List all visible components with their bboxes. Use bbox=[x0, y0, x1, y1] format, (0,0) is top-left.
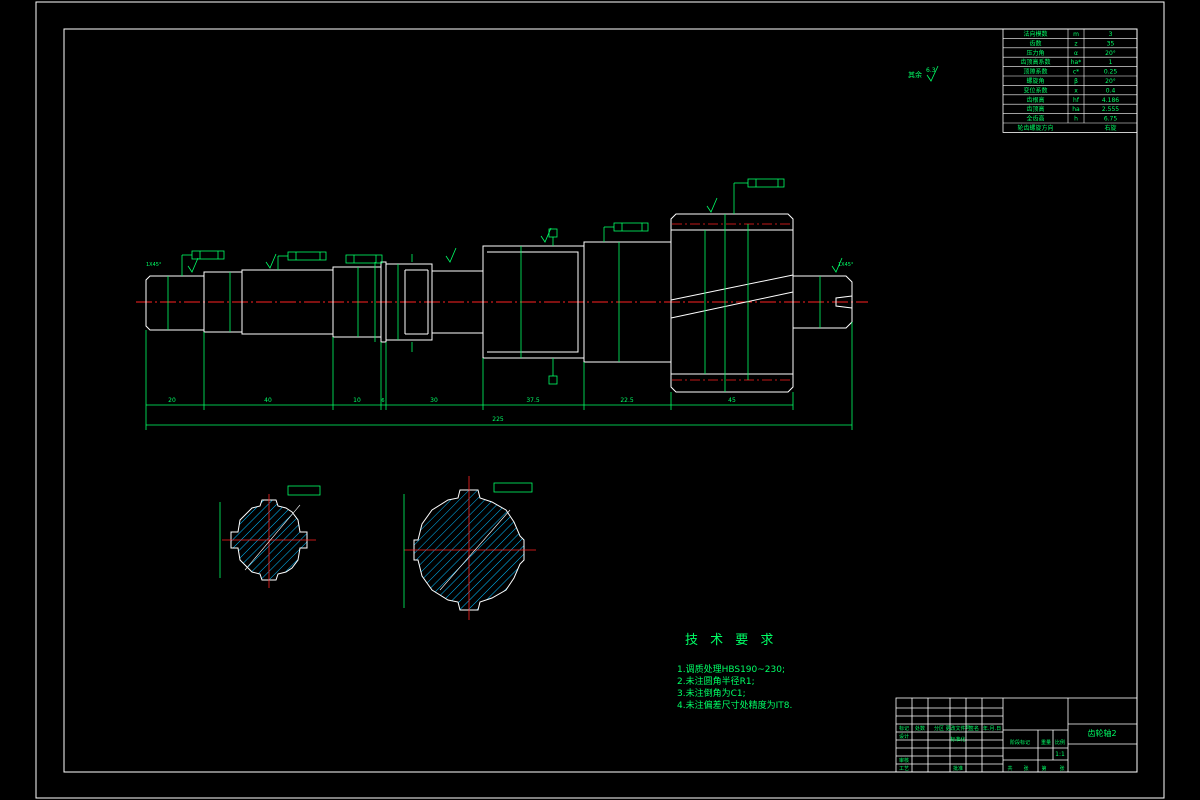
dim-seg-3: 10 bbox=[353, 397, 361, 404]
param-value: 4.186 bbox=[1102, 97, 1119, 104]
param-value: 3 bbox=[1109, 31, 1113, 38]
title-block-label: 第 bbox=[1041, 765, 1046, 772]
tech-req-item-2: 2.未注圆角半径R1; bbox=[677, 675, 755, 687]
param-symbol: ha bbox=[1072, 106, 1080, 113]
param-symbol: h bbox=[1074, 116, 1078, 123]
param-symbol: β bbox=[1074, 78, 1078, 85]
param-name: 顶隙系数 bbox=[1023, 68, 1047, 76]
param-name: 齿根高 bbox=[1026, 96, 1044, 104]
param-value: 0.4 bbox=[1106, 87, 1116, 94]
param-name: 轮齿螺旋方向 bbox=[1017, 124, 1053, 132]
param-name: 全齿高 bbox=[1026, 115, 1044, 123]
drawing-sheet: 法向模数 m 3 齿数 z 35 压力角 α 20° 齿顶高系数 ha* 1 顶隙系数 c* 0.25 螺旋角… bbox=[35, 1, 1165, 799]
param-name: 齿顶高 bbox=[1026, 105, 1044, 113]
param-symbol: m bbox=[1073, 31, 1079, 38]
roughness-mark-icon bbox=[187, 257, 199, 273]
title-block-label: 设计 bbox=[899, 733, 909, 740]
roughness-value: 6.3 bbox=[926, 67, 936, 74]
param-symbol: hf bbox=[1073, 97, 1080, 104]
inner-border bbox=[63, 28, 1138, 773]
param-value: 0.25 bbox=[1104, 69, 1118, 76]
dim-seg-1: 20 bbox=[168, 397, 176, 404]
roughness-marks bbox=[187, 197, 843, 273]
dim-seg-8: 45 bbox=[728, 397, 736, 404]
cross-section-large bbox=[403, 476, 536, 620]
param-name: 齿数 bbox=[1029, 39, 1041, 47]
shaft-outline bbox=[145, 213, 853, 393]
title-block-label: 工艺 bbox=[899, 766, 909, 772]
roughness-mark-icon bbox=[540, 227, 552, 243]
param-value: 1 bbox=[1109, 59, 1113, 66]
param-name: 压力角 bbox=[1026, 49, 1044, 57]
roughness-mark-icon bbox=[706, 197, 718, 213]
title-block-label: 共 bbox=[1007, 765, 1012, 772]
param-value: 35 bbox=[1107, 40, 1115, 47]
param-symbol: α bbox=[1074, 50, 1078, 57]
dim-seg-2: 40 bbox=[264, 397, 272, 404]
outer-border bbox=[35, 1, 1165, 799]
title-block-label: 重量 bbox=[1041, 739, 1051, 746]
param-value: 20° bbox=[1105, 50, 1116, 57]
part-name: 齿轮轴2 bbox=[1087, 728, 1116, 738]
tech-req-item-4: 4.未注偏差尺寸处精度为IT8. bbox=[677, 699, 792, 711]
title-block-label: 审核 bbox=[899, 757, 909, 764]
scale-value: 1:1 bbox=[1055, 751, 1065, 758]
param-value: 右旋 bbox=[1104, 124, 1116, 132]
title-block-label: 标准化 bbox=[950, 736, 965, 743]
param-value: 2.555 bbox=[1102, 106, 1119, 113]
param-name: 螺旋角 bbox=[1026, 77, 1044, 85]
tech-req-item-1: 1.调质处理HBS190~230; bbox=[677, 663, 785, 675]
param-name: 法向模数 bbox=[1023, 30, 1047, 38]
roughness-note-label: 其余 bbox=[908, 70, 922, 79]
param-symbol: z bbox=[1074, 40, 1077, 47]
title-block-label: 张 bbox=[1059, 765, 1064, 772]
roughness-mark-icon bbox=[445, 247, 457, 263]
title-block-label: 标记 bbox=[899, 725, 909, 732]
dim-total: 225 bbox=[492, 416, 504, 423]
chamfer-right: 1X45° bbox=[838, 262, 854, 268]
param-table: 法向模数 m 3 齿数 z 35 压力角 α 20° 齿顶高系数 ha* 1 顶隙系数 c* 0.25 螺旋角… bbox=[1002, 28, 1138, 133]
title-block-label: 分区 bbox=[934, 725, 944, 732]
title-block-label: 年.月.日 bbox=[983, 725, 1001, 732]
param-symbol: x bbox=[1074, 87, 1078, 94]
title-block-label: 处数 bbox=[915, 725, 925, 732]
diameter-dimensions bbox=[167, 214, 821, 392]
tech-requirements-title: 技 术 要 求 bbox=[685, 633, 777, 648]
title-block-label: 张 bbox=[1023, 765, 1028, 772]
tech-requirements: 技 术 要 求 1.调质处理HBS190~230; 2.未注圆角半径R1; 3.… bbox=[677, 633, 792, 711]
param-symbol: ha* bbox=[1071, 59, 1081, 66]
roughness-note: 其余 6.3 bbox=[908, 65, 939, 82]
param-name: 变位系数 bbox=[1023, 86, 1047, 94]
param-value: 6.75 bbox=[1104, 116, 1118, 123]
title-block-label: 比例 bbox=[1055, 739, 1065, 746]
title-block-label: 更改文件号 bbox=[945, 725, 970, 732]
dim-seg-7: 22.5 bbox=[620, 397, 634, 404]
tech-req-item-3: 3.未注倒角为C1; bbox=[677, 687, 746, 699]
param-name: 齿顶高系数 bbox=[1020, 58, 1050, 66]
dim-seg-4: 6 bbox=[381, 398, 384, 404]
length-dimensions bbox=[145, 322, 853, 430]
title-block-label: 阶段标记 bbox=[1010, 739, 1030, 746]
dim-seg-6: 37.5 bbox=[526, 397, 540, 404]
title-block: 齿轮轴2 1:1 标记 处数 分区 更改文件号签名 年.月.日设计 标准化审核工艺 批准 阶段… bbox=[895, 697, 1138, 773]
cross-section-small bbox=[219, 485, 321, 588]
title-block-label: 批准 bbox=[953, 765, 963, 772]
dim-seg-5: 30 bbox=[430, 397, 438, 404]
param-symbol: c* bbox=[1073, 69, 1079, 76]
param-value: 20° bbox=[1105, 78, 1116, 85]
title-block-label: 签名 bbox=[969, 725, 979, 732]
roughness-mark-icon bbox=[265, 253, 277, 269]
chamfer-left: 1X45° bbox=[146, 262, 162, 268]
